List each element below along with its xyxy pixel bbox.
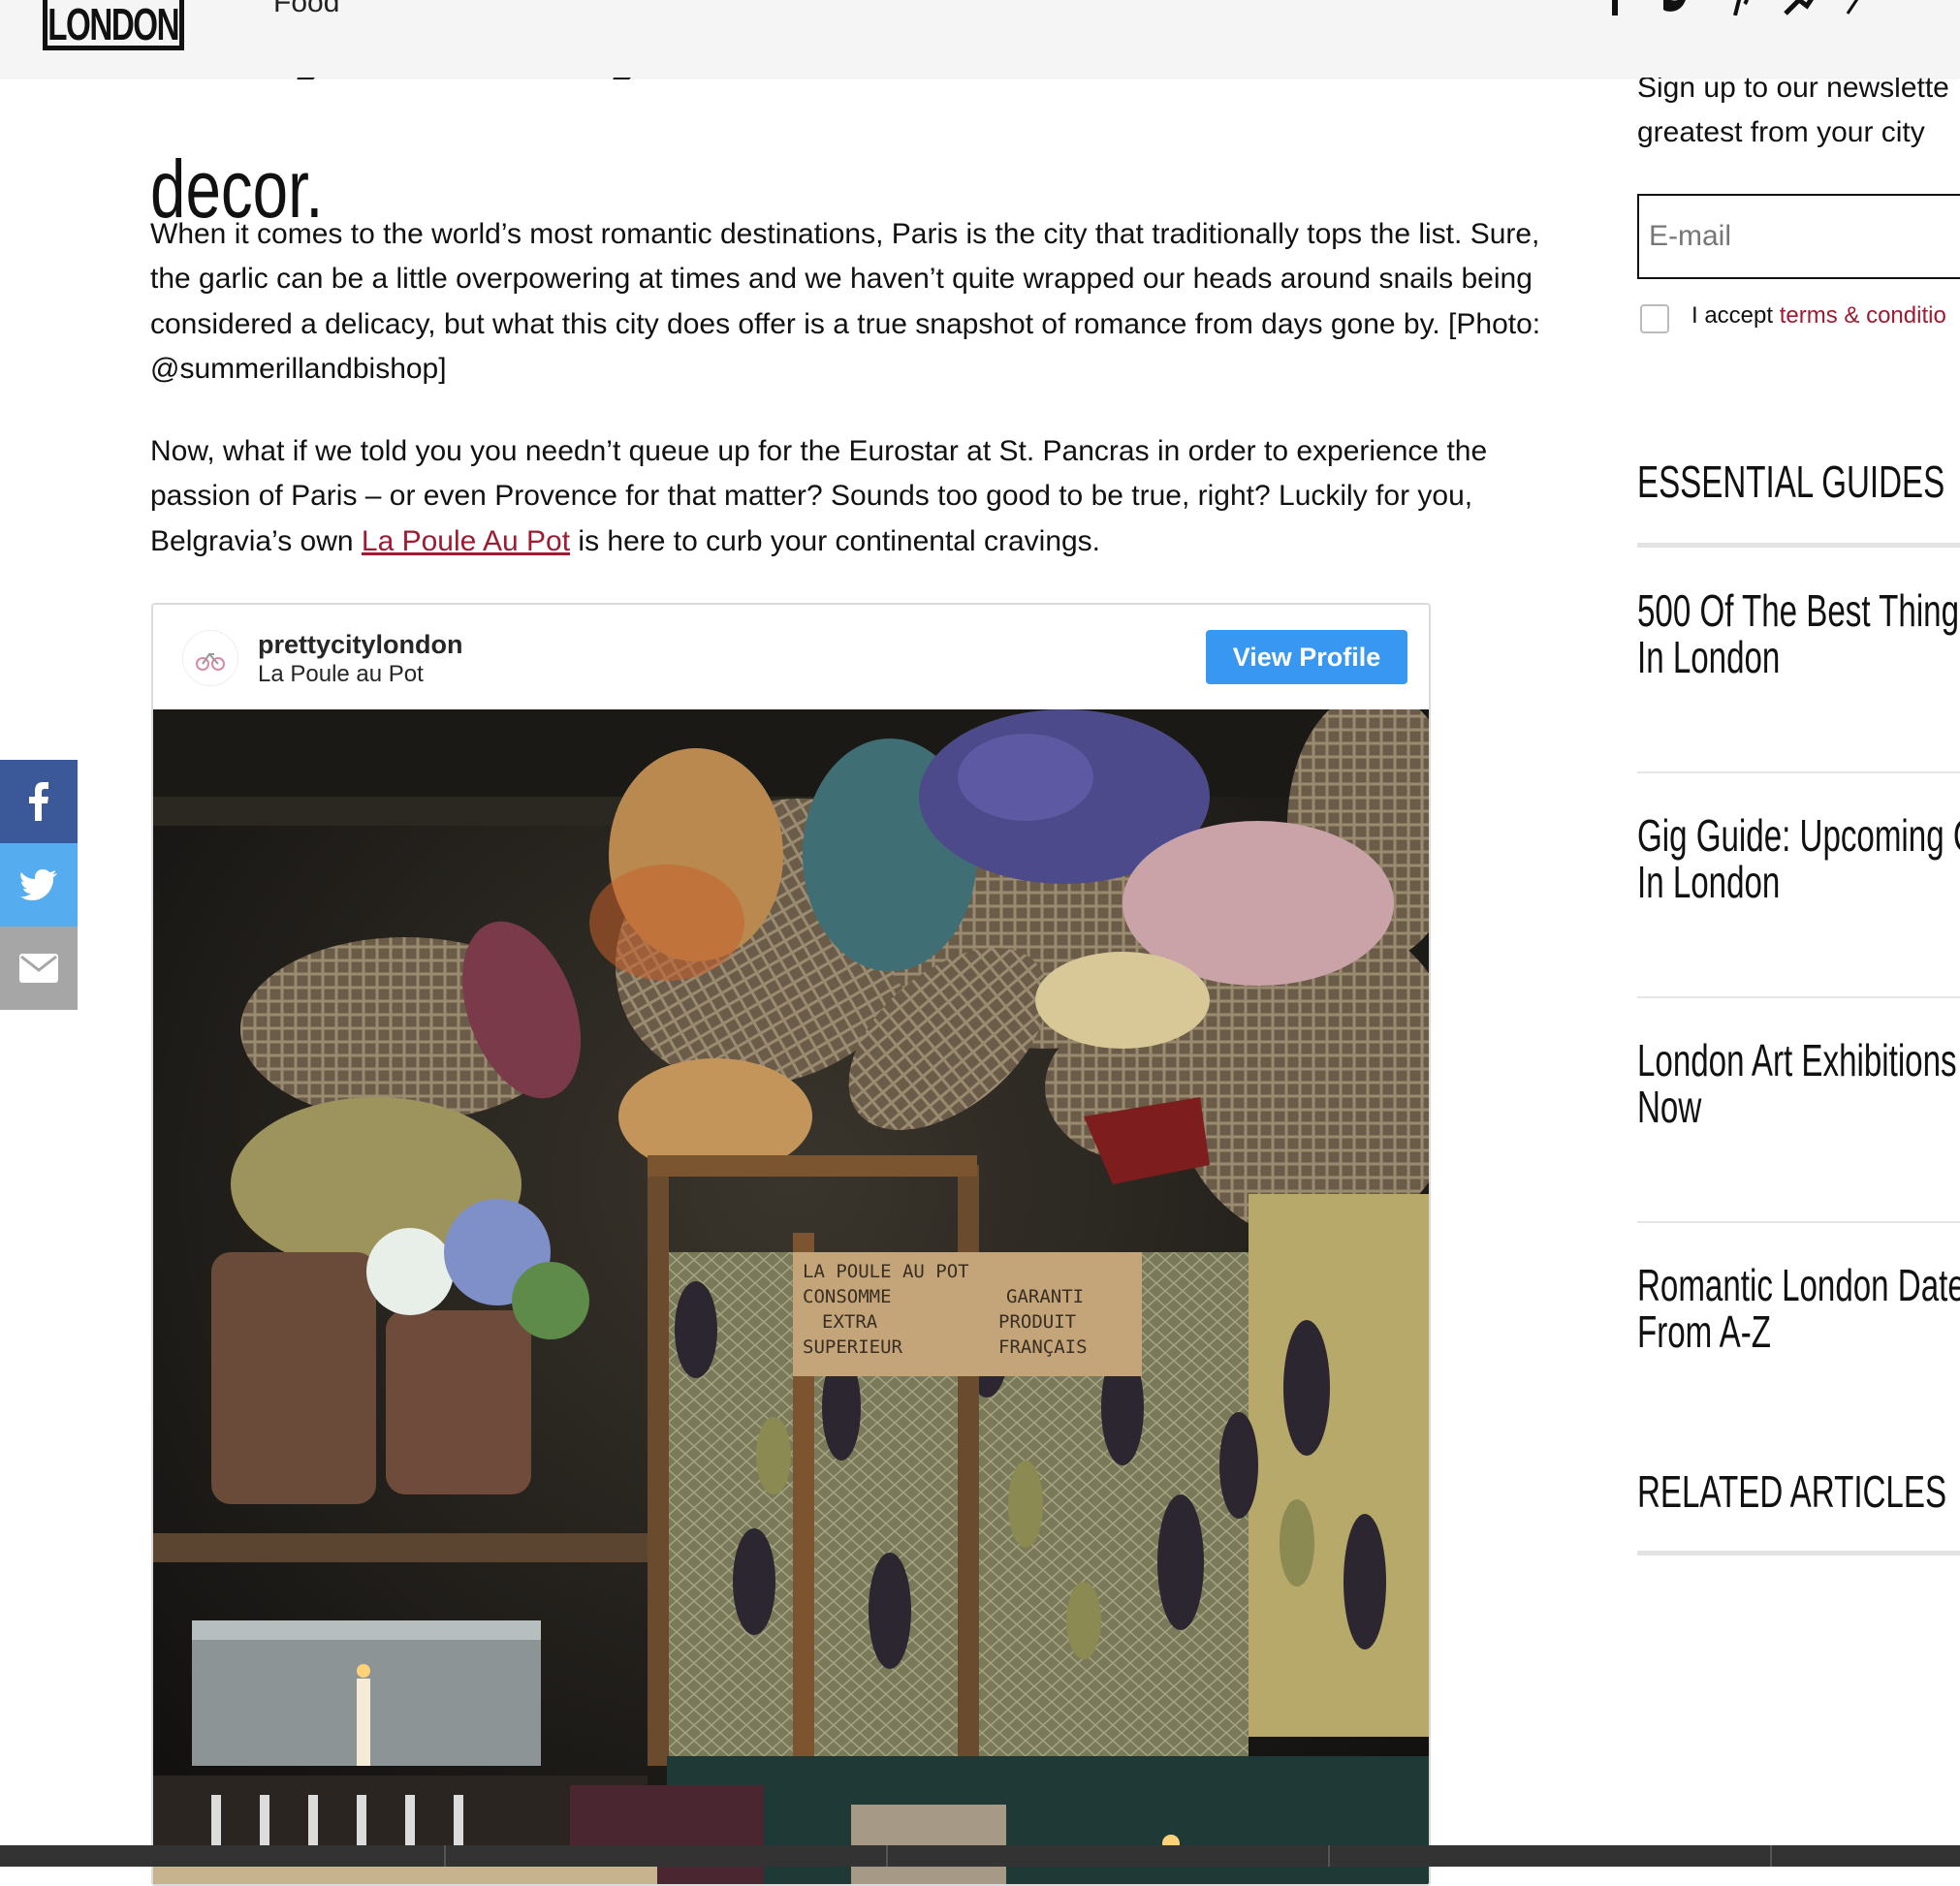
newsletter-text-line-2: greatest from your city bbox=[1637, 116, 1925, 148]
email-field-wrapper bbox=[1637, 194, 1960, 279]
share-facebook-button[interactable] bbox=[0, 760, 78, 843]
terms-link[interactable]: terms & conditio bbox=[1780, 302, 1946, 329]
terms-label: I accept terms & conditio bbox=[1691, 302, 1946, 330]
logo-text: LONDON bbox=[47, 0, 180, 49]
more-icon[interactable] bbox=[1844, 0, 1863, 16]
guide-divider bbox=[1637, 1221, 1960, 1223]
site-logo[interactable]: LONDON bbox=[43, 0, 184, 50]
guide-divider bbox=[1637, 996, 1960, 998]
twitter-icon bbox=[20, 869, 57, 900]
guide-link-4[interactable]: Romantic London Date From A-Z bbox=[1637, 1262, 1960, 1355]
facebook-icon bbox=[29, 782, 48, 821]
sign-line-6: PRODUIT bbox=[998, 1311, 1076, 1333]
foursquare-icon[interactable] bbox=[1784, 0, 1817, 16]
guide-link-3[interactable]: London Art Exhibitions Now bbox=[1637, 1037, 1960, 1130]
instagram-username[interactable]: prettycitylondon bbox=[258, 630, 463, 660]
bottom-bar-divider bbox=[444, 1845, 446, 1867]
related-articles-title: RELATED ARTICLES bbox=[1637, 1466, 1947, 1517]
bottom-sticky-bar bbox=[0, 1845, 1960, 1867]
related-articles-rule bbox=[1637, 1551, 1960, 1556]
article-paragraph-2: Now, what if we told you you needn’t que… bbox=[150, 429, 1565, 564]
share-twitter-button[interactable] bbox=[0, 843, 78, 927]
accept-text: I accept bbox=[1691, 302, 1780, 329]
instagram-location[interactable]: La Poule au Pot bbox=[258, 661, 424, 688]
restaurant-photo[interactable]: LA POULE AU POT CONSOMME EXTRA SUPERIEUR… bbox=[153, 709, 1429, 1884]
instagram-avatar[interactable] bbox=[182, 630, 238, 686]
twitter-icon[interactable] bbox=[1661, 0, 1691, 16]
sign-line-2: CONSOMME bbox=[803, 1286, 892, 1307]
bottom-bar-divider bbox=[886, 1845, 888, 1867]
sign-line-5: GARANTI bbox=[1006, 1286, 1084, 1307]
view-profile-button[interactable]: View Profile bbox=[1206, 630, 1407, 684]
email-icon bbox=[19, 954, 58, 983]
bottom-bar-divider bbox=[1770, 1845, 1772, 1867]
pinterest-icon[interactable] bbox=[1729, 0, 1753, 16]
guide-link-1[interactable]: 500 Of The Best Things In London bbox=[1637, 587, 1960, 680]
bottom-bar-divider bbox=[1328, 1845, 1330, 1867]
email-input[interactable] bbox=[1639, 196, 1960, 277]
article-paragraph-1: When it comes to the world’s most romant… bbox=[150, 218, 1541, 386]
avatar-bicycle-icon bbox=[184, 632, 237, 684]
site-header: LONDON Food bbox=[0, 0, 1960, 78]
sign-line-1: LA POULE AU POT bbox=[803, 1261, 969, 1282]
share-email-button[interactable] bbox=[0, 927, 78, 1010]
paragraph-2-text-after: is here to curb your continental craving… bbox=[570, 524, 1101, 557]
nav-item-food[interactable]: Food bbox=[273, 0, 339, 19]
guide-divider bbox=[1637, 771, 1960, 773]
sign-line-4: SUPERIEUR bbox=[803, 1336, 903, 1358]
terms-checkbox[interactable] bbox=[1640, 304, 1669, 333]
la-poule-au-pot-link[interactable]: La Poule Au Pot bbox=[362, 525, 570, 557]
sign-line-3: EXTRA bbox=[822, 1311, 878, 1333]
sign-line-7: FRANÇAIS bbox=[998, 1336, 1088, 1358]
facebook-icon[interactable] bbox=[1605, 0, 1625, 16]
essential-guides-title: ESSENTIAL GUIDES bbox=[1637, 456, 1945, 507]
essential-guides-rule bbox=[1637, 543, 1960, 548]
instagram-embed: prettycitylondon La Poule au Pot View Pr… bbox=[151, 603, 1431, 1886]
guide-link-2[interactable]: Gig Guide: Upcoming Co In London bbox=[1637, 812, 1960, 905]
